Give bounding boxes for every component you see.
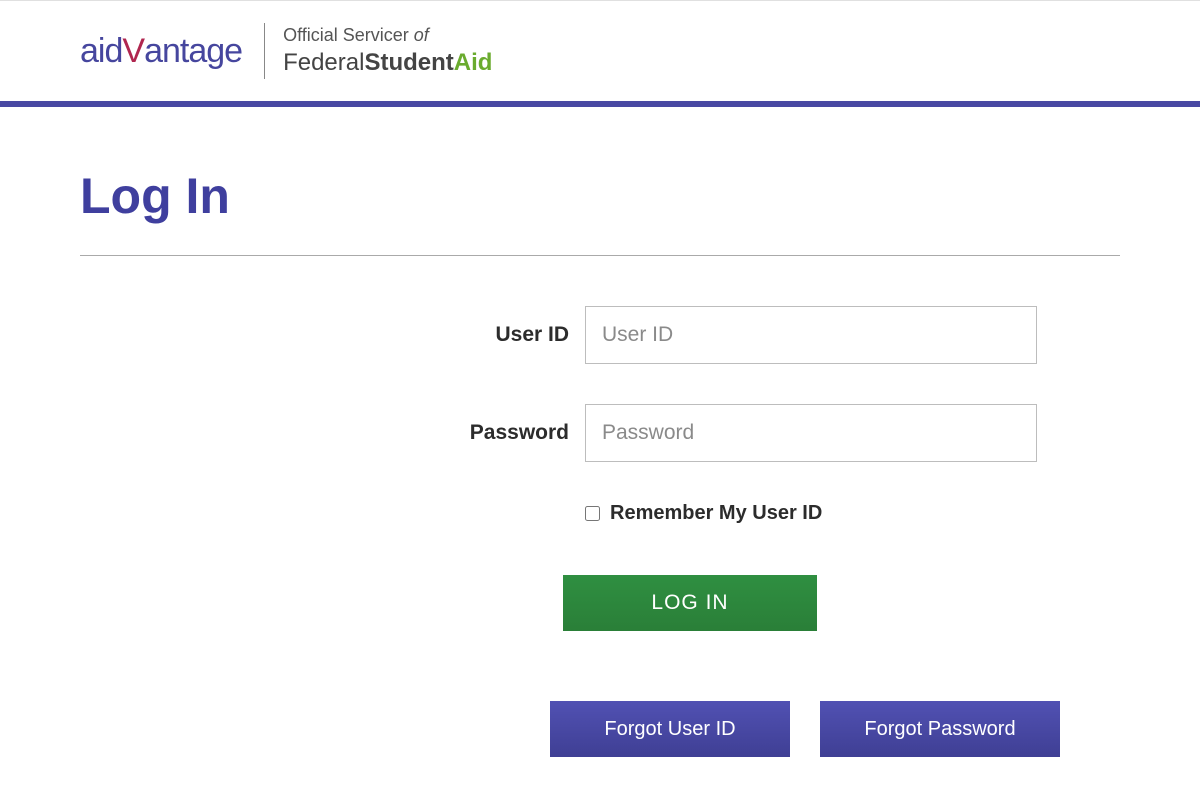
brand-aid: aid: [80, 32, 122, 70]
login-button[interactable]: LOG IN: [563, 575, 817, 631]
main-content: Log In User ID Password Remember My User…: [0, 107, 1200, 797]
forgot-password-button[interactable]: Forgot Password: [820, 701, 1060, 757]
tagline-top: Official Servicer of: [283, 24, 492, 47]
user-id-label: User ID: [80, 323, 585, 347]
password-input[interactable]: [585, 404, 1037, 462]
tagline-block: Official Servicer of FederalStudentAid: [283, 24, 492, 79]
login-form: User ID Password Remember My User ID LOG…: [80, 306, 1060, 757]
header-divider: [264, 23, 265, 79]
tagline-student: Student: [364, 49, 453, 76]
brand-logo: aidVantage: [80, 32, 242, 71]
remember-checkbox[interactable]: [585, 506, 600, 521]
remember-label: Remember My User ID: [610, 502, 822, 525]
password-label: Password: [80, 421, 585, 445]
password-row: Password: [80, 404, 1060, 462]
login-button-row: LOG IN: [320, 575, 1060, 631]
user-id-row: User ID: [80, 306, 1060, 364]
brand-antage: antage: [144, 32, 242, 70]
site-header: aidVantage Official Servicer of FederalS…: [0, 1, 1200, 101]
user-id-input[interactable]: [585, 306, 1037, 364]
tagline-prefix: Official Servicer: [283, 25, 414, 45]
title-underline: [80, 255, 1120, 256]
tagline-federal: Federal: [283, 49, 364, 76]
remember-row: Remember My User ID: [585, 502, 1060, 525]
tagline-of: of: [414, 25, 429, 45]
forgot-row: Forgot User ID Forgot Password: [550, 701, 1060, 757]
brand-v: V: [122, 32, 144, 70]
page-title: Log In: [80, 167, 1120, 225]
tagline-bottom: FederalStudentAid: [283, 47, 492, 78]
forgot-user-id-button[interactable]: Forgot User ID: [550, 701, 790, 757]
tagline-aid: Aid: [454, 49, 493, 76]
